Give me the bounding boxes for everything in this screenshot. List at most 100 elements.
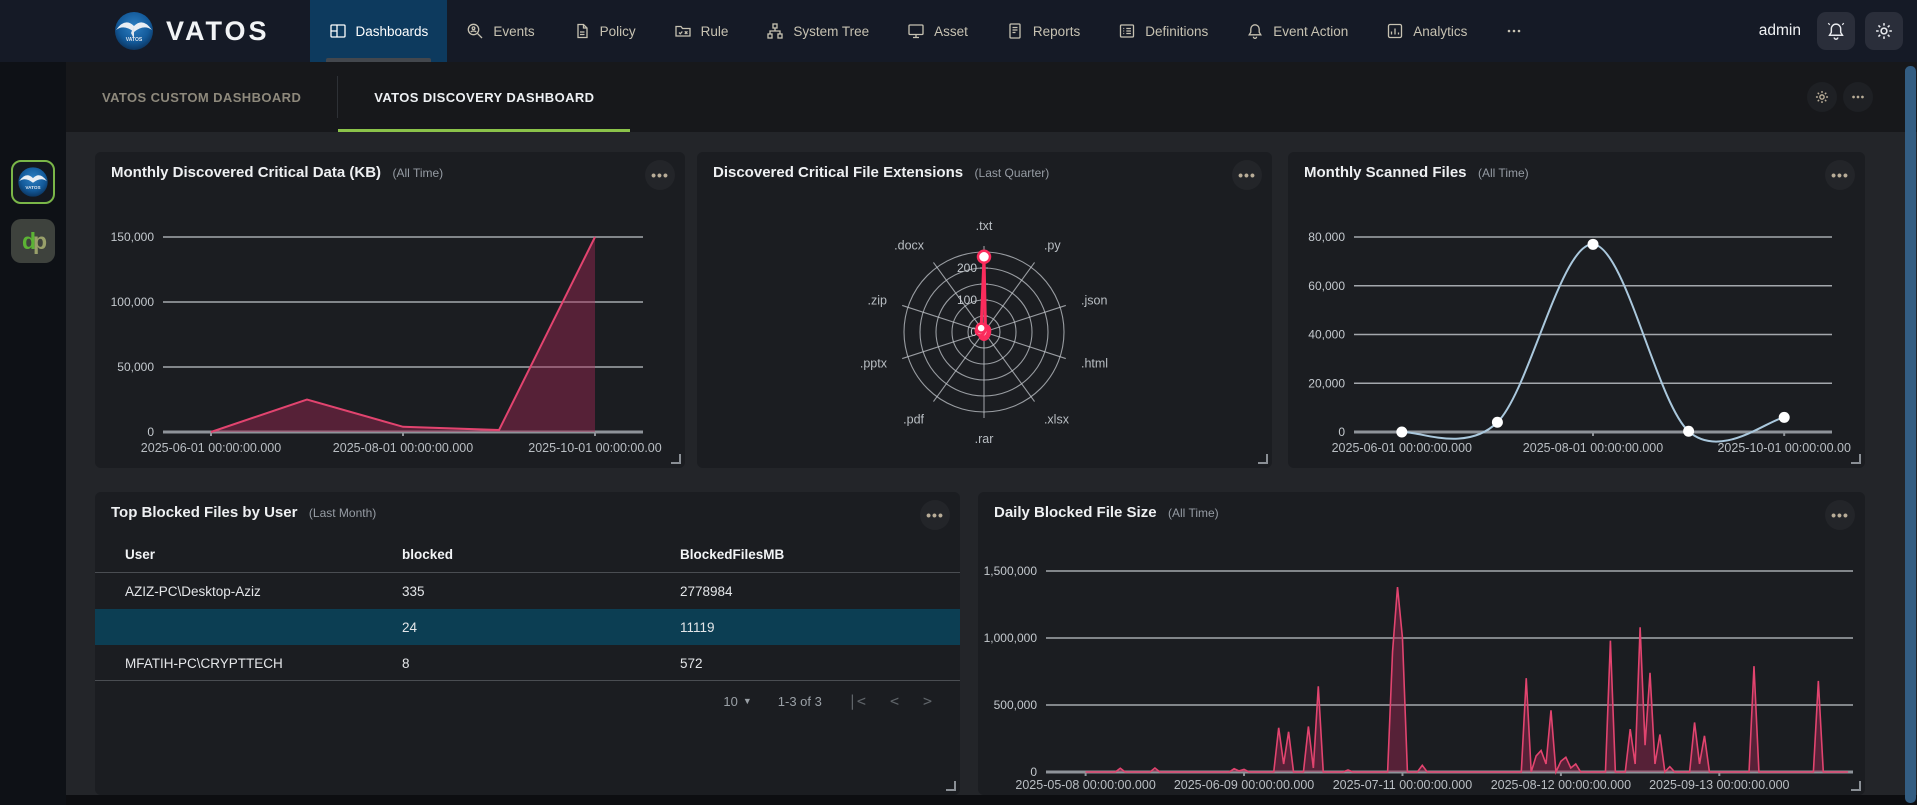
radar-chart-file-extensions[interactable]: .txt .py .json .html .xlsx .rar .pdf .pptx .zip.… <box>697 186 1272 468</box>
nav-item-label: Rule <box>700 23 729 39</box>
resize-handle[interactable] <box>671 454 681 464</box>
app-rail: VATOS dp <box>0 62 66 805</box>
rule-icon <box>674 22 692 40</box>
notifications-button[interactable] <box>1817 12 1855 50</box>
card-menu-button[interactable]: ••• <box>920 500 950 530</box>
svg-text:2025-05-08 00:00:00.000: 2025-05-08 00:00:00.000 <box>1015 778 1155 792</box>
table-row[interactable]: AZIZ-PC\Desktop-Aziz 335 2778984 <box>95 573 960 609</box>
table-cell: 572 <box>680 655 703 671</box>
line-chart-monthly-scanned-files[interactable]: 0 20,000 40,000 60,000 80,000 2025-06-01 00:0… <box>1288 186 1865 468</box>
svg-text:2025-10-01 00:00:00.00: 2025-10-01 00:00:00.00 <box>528 441 661 455</box>
card-monthly-discovered-critical-data: Monthly Discovered Critical Data (KB) (A… <box>95 152 685 468</box>
nav-item-rule[interactable]: Rule <box>655 0 748 62</box>
svg-text:60,000: 60,000 <box>1308 279 1345 293</box>
card-head: Top Blocked Files by User (Last Month) <box>111 504 910 522</box>
dashboard-settings-button[interactable] <box>1807 82 1837 112</box>
bell-icon <box>1827 22 1845 40</box>
card-monthly-scanned-files: Monthly Scanned Files (All Time) ••• 0 20… <box>1288 152 1865 468</box>
area-chart-daily-blocked-file-size[interactable]: 0 500,000 1,000,000 1,500,000 2025-05-08 00:… <box>978 526 1865 795</box>
svg-text:2025-06-01 00:00:00.000: 2025-06-01 00:00:00.000 <box>141 441 281 455</box>
svg-text:.pptx: .pptx <box>860 357 888 371</box>
card-period: (Last Quarter) <box>974 166 1050 180</box>
nav-item-reports[interactable]: Reports <box>987 0 1099 62</box>
svg-text:150,000: 150,000 <box>111 230 155 244</box>
area-chart-monthly-discovered-critical-data[interactable]: 0 50,000 100,000 150,000 2025-06-01 00:00:00… <box>95 186 685 468</box>
nav-item-label: Events <box>493 23 535 39</box>
svg-text:100: 100 <box>957 293 977 307</box>
nav-item-more[interactable] <box>1486 0 1542 62</box>
main-nav: Dashboards Events Policy Rule System Tree Ass… <box>309 0 1543 62</box>
table-cell: 335 <box>402 583 425 599</box>
column-header-user: User <box>125 546 156 562</box>
blocked-files-table: User blocked BlockedFilesMB AZIZ-PC\Desktop… <box>95 536 960 681</box>
svg-text:0: 0 <box>1030 765 1037 779</box>
table-cell: MFATIH-PC\CRYPTTECH <box>125 655 283 671</box>
navbar-right: admin <box>1759 12 1903 50</box>
nav-item-label: Analytics <box>1413 23 1468 39</box>
resize-handle[interactable] <box>946 781 956 791</box>
tab-vatos-discovery-dashboard[interactable]: VATOS DISCOVERY DASHBOARD <box>338 62 631 132</box>
page-size-select[interactable]: 10 ▼ <box>723 694 751 709</box>
next-page-icon[interactable]: > <box>923 692 932 710</box>
svg-text:2025-07-11 00:00:00.000: 2025-07-11 00:00:00.000 <box>1333 778 1473 792</box>
resize-handle[interactable] <box>1851 454 1861 464</box>
nav-item-label: Asset <box>934 23 968 39</box>
nav-item-events[interactable]: Events <box>447 0 553 62</box>
brand-name: VATOS <box>166 15 270 46</box>
resize-handle[interactable] <box>1258 454 1268 464</box>
table-cell: 2778984 <box>680 583 733 599</box>
table-row[interactable]: MFATIH-PC\CRYPTTECH 8 572 <box>95 645 960 681</box>
svg-text:.html: .html <box>1081 357 1108 371</box>
vatos-logo-icon: VATOS <box>115 12 153 50</box>
nav-item-asset[interactable]: Asset <box>888 0 987 62</box>
svg-text:0: 0 <box>1338 425 1345 439</box>
policy-icon <box>573 22 591 40</box>
nav-item-system-tree[interactable]: System Tree <box>747 0 888 62</box>
first-page-icon[interactable]: |< <box>848 692 866 710</box>
nav-item-label: Policy <box>599 23 636 39</box>
prev-page-icon[interactable]: < <box>890 692 899 710</box>
table-pagination: 10 ▼ 1-3 of 3 |< < > <box>723 692 932 710</box>
card-title: Discovered Critical File Extensions <box>713 164 964 181</box>
table-row[interactable]: 24 11119 <box>95 609 960 645</box>
card-period: (All Time) <box>392 166 444 180</box>
card-period: (All Time) <box>1477 166 1529 180</box>
nav-item-label: Reports <box>1032 23 1081 39</box>
svg-text:0: 0 <box>147 425 154 439</box>
nav-item-policy[interactable]: Policy <box>554 0 655 62</box>
svg-text:VATOS: VATOS <box>126 37 143 43</box>
app-icon-dp[interactable]: dp <box>11 219 55 263</box>
settings-button[interactable] <box>1865 12 1903 50</box>
svg-text:20,000: 20,000 <box>1308 376 1345 390</box>
resize-handle[interactable] <box>1851 781 1861 791</box>
table-cell: 24 <box>402 619 418 635</box>
svg-text:.docx: .docx <box>894 238 925 252</box>
svg-text:2025-08-01 00:00:00.000: 2025-08-01 00:00:00.000 <box>333 441 473 455</box>
svg-text:.xlsx: .xlsx <box>1044 413 1070 427</box>
svg-text:1,500,000: 1,500,000 <box>984 564 1038 578</box>
card-head: Daily Blocked File Size (All Time) <box>994 504 1815 522</box>
events-icon <box>466 22 484 40</box>
nav-item-dashboards[interactable]: Dashboards <box>309 0 448 62</box>
card-daily-blocked-file-size: Daily Blocked File Size (All Time) ••• 0… <box>978 492 1865 795</box>
svg-text:50,000: 50,000 <box>117 360 154 374</box>
nav-item-definitions[interactable]: Definitions <box>1099 0 1227 62</box>
more-icon <box>1852 95 1864 99</box>
svg-text:.py: .py <box>1044 238 1061 252</box>
app-icon-vatos[interactable]: VATOS <box>11 160 55 204</box>
card-title: Daily Blocked File Size <box>994 504 1157 521</box>
dashboard-more-button[interactable] <box>1843 82 1873 112</box>
nav-item-event-action[interactable]: Event Action <box>1227 0 1367 62</box>
vertical-scrollbar-thumb[interactable] <box>1905 66 1916 803</box>
svg-text:40,000: 40,000 <box>1308 328 1345 342</box>
svg-text:.json: .json <box>1081 293 1107 307</box>
tab-vatos-custom-dashboard[interactable]: VATOS CUSTOM DASHBOARD <box>66 62 337 132</box>
nav-item-analytics[interactable]: Analytics <box>1367 0 1486 62</box>
dashboards-icon <box>329 22 347 40</box>
chevron-down-icon: ▼ <box>742 696 752 706</box>
brand[interactable]: VATOS VATOS <box>112 9 270 53</box>
bottom-strip <box>66 795 1917 805</box>
svg-text:2025-08-01 00:00:00.000: 2025-08-01 00:00:00.000 <box>1523 441 1663 455</box>
card-period: (Last Month) <box>308 506 377 520</box>
bell-icon <box>1246 22 1264 40</box>
